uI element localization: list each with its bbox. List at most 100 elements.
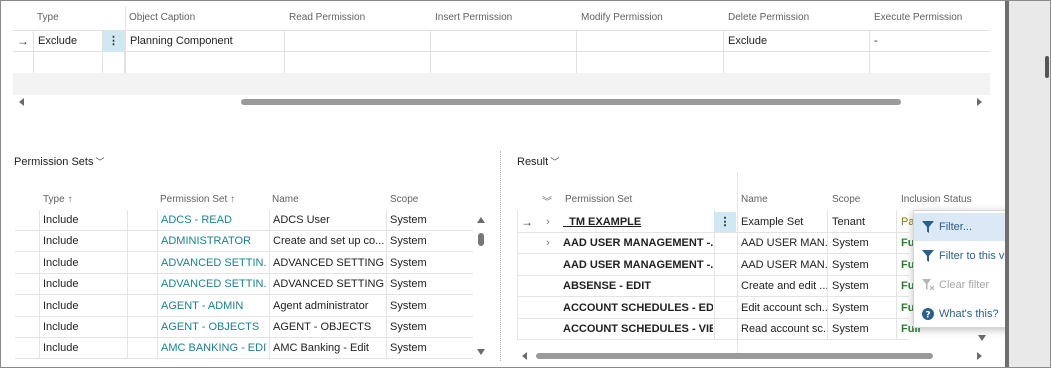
expand-icon[interactable]: › xyxy=(539,212,557,232)
header-insert-permission[interactable]: Insert Permission xyxy=(435,7,512,29)
expand-icon[interactable] xyxy=(539,255,557,275)
empty-cell[interactable] xyxy=(285,52,431,73)
object-caption-cell[interactable]: Planning Component xyxy=(126,31,285,52)
type-cell[interactable]: Include xyxy=(43,210,125,230)
scroll-right-icon[interactable] xyxy=(977,352,982,360)
scroll-left-icon[interactable] xyxy=(522,352,527,360)
name-cell[interactable]: Read account sc... xyxy=(741,319,827,339)
table-row[interactable]: Include ADVANCED SETTIN... ADVANCED SETTIN… xyxy=(15,274,473,296)
row-actions-button[interactable] xyxy=(714,255,736,275)
scroll-down-icon[interactable] xyxy=(978,335,986,341)
insert-permission-cell[interactable] xyxy=(431,31,577,52)
permission-set-cell[interactable]: AGENT - ADMIN xyxy=(161,296,267,316)
table-row[interactable]: Include ADVANCED SETTIN... ADVANCED SETTIN… xyxy=(15,253,473,274)
type-cell[interactable]: Include xyxy=(43,338,125,358)
scroll-left-icon[interactable] xyxy=(19,98,24,106)
scroll-right-icon[interactable] xyxy=(977,98,982,106)
empty-cell[interactable] xyxy=(431,52,577,73)
scope-cell[interactable]: System xyxy=(832,276,896,296)
header-type-sort[interactable]: Type ↑ xyxy=(43,194,72,205)
permission-set-cell[interactable]: ACCOUNT SCHEDULES - EDIT xyxy=(563,298,713,318)
scope-cell[interactable]: System xyxy=(390,231,460,251)
name-cell[interactable]: ADVANCED SETTING... xyxy=(273,274,384,294)
type-cell[interactable]: Include xyxy=(43,317,125,337)
side-panel-handle[interactable] xyxy=(1045,56,1049,78)
permission-set-cell[interactable]: ADVANCED SETTIN... xyxy=(161,253,267,273)
name-cell[interactable]: AGENT - OBJECTS xyxy=(273,317,384,337)
permission-set-cell[interactable]: _TM EXAMPLE xyxy=(563,212,713,232)
name-cell[interactable]: Create and edit ... xyxy=(741,276,827,296)
header-permission-set-sort[interactable]: Permission Set ↑ xyxy=(160,194,235,205)
name-cell[interactable]: Edit account sch... xyxy=(741,298,827,318)
scroll-down-icon[interactable] xyxy=(477,349,485,355)
result-horizontal-scrollbar[interactable] xyxy=(522,351,984,361)
type-cell[interactable]: Include xyxy=(43,253,125,273)
chevron-down-icon[interactable]: ﹀ xyxy=(550,155,559,168)
row-actions-button[interactable]: ⋮ xyxy=(714,212,736,232)
table-row[interactable]: ABSENSE - EDIT Create and edit ... System F… xyxy=(517,276,914,298)
empty-cell[interactable] xyxy=(126,52,285,73)
read-permission-cell[interactable] xyxy=(285,31,431,52)
table-row[interactable]: Include ADMINISTRATOR Create and set up co… xyxy=(15,231,473,253)
scrollbar-thumb[interactable] xyxy=(536,353,933,359)
modify-permission-cell[interactable] xyxy=(577,31,724,52)
name-cell[interactable]: Create and set up co... xyxy=(273,231,384,251)
permission-set-cell[interactable]: AGENT - OBJECTS xyxy=(161,317,267,337)
row-actions-button[interactable] xyxy=(714,233,736,253)
table-row[interactable]: ACCOUNT SCHEDULES - EDIT Edit account sch… xyxy=(517,298,914,319)
table-row-empty[interactable] xyxy=(13,52,990,74)
top-horizontal-scrollbar[interactable] xyxy=(19,97,985,107)
header-result-scope[interactable]: Scope xyxy=(832,194,860,205)
permission-set-cell[interactable]: ABSENSE - EDIT xyxy=(563,276,713,296)
scope-cell[interactable]: System xyxy=(390,338,460,358)
permission-set-cell[interactable]: AAD USER MANAGEMENT -... xyxy=(563,255,713,275)
scope-cell[interactable]: System xyxy=(390,253,460,273)
expand-icon[interactable] xyxy=(539,276,557,296)
permission-sets-title[interactable]: Permission Sets ﹀ xyxy=(14,155,105,168)
name-cell[interactable]: AMC Banking - Edit xyxy=(273,338,384,358)
permission-set-cell[interactable]: AMC BANKING - EDIT xyxy=(161,338,267,358)
permission-set-cell[interactable]: ADCS - READ xyxy=(161,210,267,230)
scope-cell[interactable]: System xyxy=(390,317,460,337)
scrollbar-thumb[interactable] xyxy=(241,99,901,105)
expand-icon[interactable] xyxy=(539,319,557,339)
permission-set-cell[interactable]: ACCOUNT SCHEDULES - VIE... xyxy=(563,319,713,339)
header-execute-permission[interactable]: Execute Permission xyxy=(874,7,962,29)
scroll-up-icon[interactable] xyxy=(477,217,485,223)
scope-cell[interactable]: System xyxy=(832,298,896,318)
table-row[interactable]: › AAD USER MANAGEMENT -... AAD USER MAN...… xyxy=(517,233,914,255)
table-row[interactable]: ACCOUNT SCHEDULES - VIE... Read account s… xyxy=(517,319,921,340)
name-cell[interactable]: AAD USER MAN... xyxy=(741,233,827,253)
permission-set-cell[interactable]: ADMINISTRATOR xyxy=(161,231,267,251)
table-row[interactable]: → Exclude ⋮ Planning Component Exclude - xyxy=(13,30,990,52)
expand-icon[interactable] xyxy=(539,298,557,318)
table-row[interactable]: Include ADCS - READ ADCS User System xyxy=(15,210,473,231)
type-cell[interactable]: Exclude xyxy=(34,31,103,52)
header-result-permission-set[interactable]: Permission Set xyxy=(565,194,632,205)
row-actions-button[interactable]: ⋮ xyxy=(103,31,125,52)
empty-cell[interactable] xyxy=(724,52,870,73)
result-title[interactable]: Result ﹀ xyxy=(517,155,559,168)
table-row[interactable]: → › _TM EXAMPLE ⋮ Example Set Tenant Pa xyxy=(517,212,914,233)
header-read-permission[interactable]: Read Permission xyxy=(289,7,365,29)
type-cell[interactable]: Include xyxy=(43,296,125,316)
header-modify-permission[interactable]: Modify Permission xyxy=(581,7,663,29)
header-scope[interactable]: Scope xyxy=(390,194,418,205)
row-actions-button[interactable] xyxy=(714,298,736,318)
scope-cell[interactable]: System xyxy=(390,274,460,294)
header-type[interactable]: Type xyxy=(37,7,59,29)
scope-cell[interactable]: System xyxy=(832,233,896,253)
type-cell[interactable]: Include xyxy=(43,274,125,294)
empty-cell[interactable] xyxy=(577,52,724,73)
table-row[interactable]: Include AGENT - OBJECTS AGENT - OBJECTS Sys… xyxy=(15,317,473,338)
scope-cell[interactable]: System xyxy=(390,210,460,230)
delete-permission-cell[interactable]: Exclude xyxy=(724,31,870,52)
expand-icon[interactable]: › xyxy=(539,233,557,253)
execute-permission-cell[interactable]: - xyxy=(870,31,990,52)
name-cell[interactable]: AAD USER MAN... xyxy=(741,255,827,275)
name-cell[interactable]: ADCS User xyxy=(273,210,384,230)
header-name[interactable]: Name xyxy=(272,194,299,205)
name-cell[interactable]: Example Set xyxy=(741,212,827,232)
empty-cell[interactable] xyxy=(870,52,990,73)
name-cell[interactable]: Agent administrator xyxy=(273,296,384,316)
